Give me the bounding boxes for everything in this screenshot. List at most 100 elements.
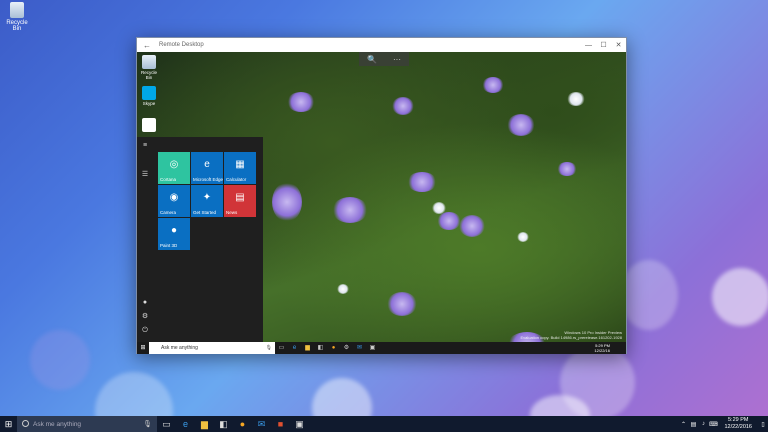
app-icon[interactable]: ● [327,342,340,354]
icon-label: Recycle Bin [140,70,157,80]
cortana-icon: ◎ [169,159,179,170]
bokeh-light [30,330,90,390]
volume-icon[interactable]: ♪ [698,421,708,427]
flower [459,215,485,237]
mail-icon[interactable]: ✉ [252,416,271,432]
minimize-button[interactable]: — [581,42,596,49]
remote-clock[interactable]: 5:29 PM 12/22/16 [594,343,626,353]
lightbulb-icon: ✦ [202,192,212,203]
microphone-icon[interactable]: 🎙 [266,345,272,351]
remote-dropbox[interactable] [139,118,159,133]
keyboard-icon[interactable]: ⌨ [708,421,718,428]
zoom-icon[interactable]: 🔍 [367,55,377,64]
edge-icon[interactable]: e [288,342,301,354]
settings-icon[interactable]: ⚙ [340,342,353,354]
tile-calculator[interactable]: ▦ Calculator [224,152,256,184]
windows-start-icon[interactable]: ⊞ [0,416,17,432]
remote-search-box[interactable]: ⊞ Ask me anything 🎙 [137,342,275,354]
bokeh-light [712,268,768,326]
task-view-icon[interactable]: ▭ [157,416,176,432]
edge-icon: e [204,159,210,170]
desktop-recycle-bin[interactable]: Recycle Bin [4,2,30,32]
skype-icon [142,86,156,100]
search-placeholder: Ask me anything [33,420,82,428]
tile-label: News [226,210,238,215]
clock-date: 12/22/16 [594,348,610,353]
task-view-icon[interactable]: ▭ [275,342,288,354]
tile-news[interactable]: ▤ News [224,185,256,217]
recycle-bin-label: Recycle Bin [6,20,28,32]
flower [287,92,315,112]
flower [557,162,577,176]
flower [567,92,585,106]
tile-label: Camera [160,210,177,215]
store-icon[interactable]: ◧ [314,342,327,354]
tile-get-started[interactable]: ✦ Get Started [191,185,223,217]
windows-start-icon[interactable]: ⊞ [137,342,149,354]
app-icon[interactable]: ● [233,416,252,432]
remote-session-view[interactable]: 🔍 ··· Recycle Bin Skype ≡ ☰ ● ⚙ ⏻ ◎ Cort… [137,52,626,354]
flower [407,172,437,192]
back-arrow-icon[interactable]: ← [143,41,155,50]
more-options-icon[interactable]: ··· [393,55,401,64]
remote-skype[interactable]: Skype [139,86,159,106]
clock-time: 5:29 PM [727,417,749,423]
start-menu: ≡ ☰ ● ⚙ ⏻ ◎ Cortana e Microsoft Edge ▦ C… [137,137,263,342]
settings-icon[interactable]: ⚙ [141,313,149,321]
microphone-icon[interactable]: 🎙 [143,420,152,428]
file-explorer-icon[interactable]: ▆ [195,416,214,432]
dropbox-icon [142,118,156,132]
taskbar-clock[interactable]: 5:29 PM 12/22/2016 [718,417,758,431]
build-watermark: Windows 10 Pro Insider Preview Evaluatio… [520,330,622,340]
tile-edge[interactable]: e Microsoft Edge [191,152,223,184]
flower [517,232,529,242]
power-icon[interactable]: ⏻ [141,327,149,335]
search-placeholder: Ask me anything [161,345,198,351]
chevron-up-icon[interactable]: ⌃ [678,421,688,428]
flower [482,77,504,93]
tile-paint-3d[interactable]: ● Paint 3D [158,218,190,250]
tile-label: Get Started [193,210,217,215]
clock-date: 12/22/2016 [724,424,752,430]
cortana-search-box[interactable]: Ask me anything 🎙 [17,416,157,432]
window-titlebar[interactable]: ← Remote Desktop — ☐ ✕ [137,38,626,52]
flower [387,292,417,316]
flower [272,182,302,222]
remote-desktop-app-icon[interactable]: ▣ [290,416,309,432]
remote-recycle-bin[interactable]: Recycle Bin [139,55,159,80]
window-title: Remote Desktop [159,42,204,48]
network-icon[interactable]: ▤ [688,421,698,428]
store-icon[interactable]: ◧ [214,416,233,432]
tile-cortana[interactable]: ◎ Cortana [158,152,190,184]
flower [337,284,349,294]
file-explorer-icon[interactable]: ▆ [301,342,314,354]
tile-label: Paint 3D [160,243,178,248]
user-avatar-icon[interactable]: ● [141,299,149,307]
hamburger-icon[interactable]: ≡ [141,142,149,150]
action-center-icon[interactable]: ▯ [758,421,768,428]
remote-desktop-window: ← Remote Desktop — ☐ ✕ 🔍 ··· Recycle Bin… [136,37,627,354]
mail-icon[interactable]: ✉ [353,342,366,354]
news-icon: ▤ [235,192,245,203]
cortana-circle-icon [22,420,29,427]
paint-3d-icon: ● [170,225,178,236]
tile-label: Calculator [226,177,247,182]
flower [332,197,368,223]
bokeh-light [620,260,678,330]
remote-toolbar: 🔍 ··· [359,52,409,66]
watermark-line: Evaluation copy. Build 14986.rs_prerelea… [520,335,622,340]
apps-list-icon[interactable]: ☰ [141,171,149,179]
office-icon[interactable]: ■ [271,416,290,432]
tile-label: Cortana [160,177,177,182]
taskbar: ⊞ Ask me anything 🎙 ▭ e ▆ ◧ ● ✉ ■ ▣ ⌃ ▤ … [0,416,768,432]
close-button[interactable]: ✕ [611,41,626,49]
flower [437,212,461,230]
remote-app-icon[interactable]: ▣ [366,342,379,354]
start-rail: ≡ ☰ ● ⚙ ⏻ [137,137,153,342]
flower [392,97,414,115]
icon-label: Skype [142,101,156,106]
edge-icon[interactable]: e [176,416,195,432]
recycle-bin-icon [142,55,156,69]
maximize-button[interactable]: ☐ [596,41,611,49]
tile-camera[interactable]: ◉ Camera [158,185,190,217]
